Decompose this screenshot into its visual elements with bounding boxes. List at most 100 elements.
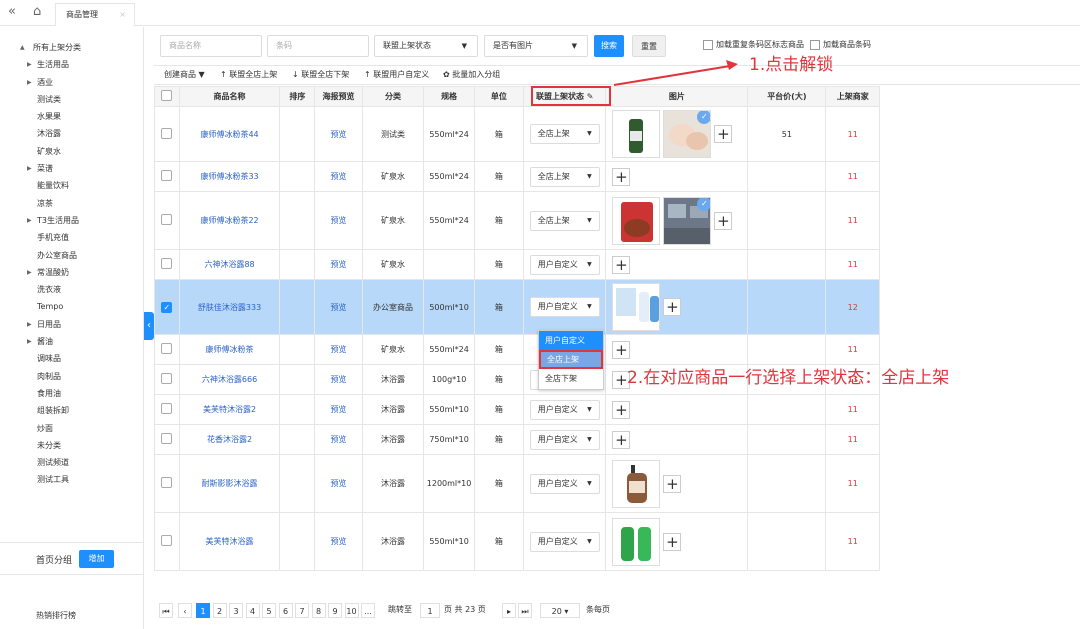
- page-button[interactable]: 6: [278, 603, 293, 618]
- add-image-icon[interactable]: +: [612, 167, 631, 186]
- table-row[interactable]: 美芙特沐浴露2 预览 沐浴露 550ml*10 箱 用户自定义 ▼ +11: [154, 394, 880, 425]
- preview-link[interactable]: 预览: [331, 435, 347, 444]
- product-name-link[interactable]: 舒肤佳沐浴露333: [198, 303, 261, 312]
- preview-link[interactable]: 预览: [331, 405, 347, 414]
- page-button[interactable]: 9: [328, 603, 342, 618]
- category-item[interactable]: Tempo: [24, 298, 142, 315]
- table-row[interactable]: 康师傅冰粉茶22 预览 矿泉水 550ml*24 箱 全店上架 ▼ ✓ +11: [154, 191, 880, 250]
- product-name-link[interactable]: 美芙特沐浴露2: [203, 405, 256, 414]
- home-icon[interactable]: ⌂: [33, 4, 41, 19]
- option-all-store-on[interactable]: 全店上架: [539, 350, 603, 369]
- add-image-icon[interactable]: +: [714, 125, 733, 143]
- product-name-link[interactable]: 耐斯影影沐浴露: [202, 479, 258, 488]
- preview-link[interactable]: 预览: [331, 345, 347, 354]
- product-name-link[interactable]: 美芙特沐浴露: [206, 537, 254, 546]
- page-button[interactable]: 5: [262, 603, 276, 618]
- table-row[interactable]: 耐斯影影沐浴露 预览 沐浴露 1200ml*10 箱 用户自定义 ▼ +11: [154, 454, 880, 513]
- category-item[interactable]: 组装拆卸: [24, 402, 142, 419]
- product-name-link[interactable]: 六神沐浴露88: [204, 260, 254, 269]
- add-image-icon[interactable]: +: [663, 298, 682, 316]
- image-select[interactable]: 是否有图片 ▼: [484, 35, 588, 57]
- category-item[interactable]: ▶ T3生活用品: [24, 212, 142, 229]
- category-item[interactable]: 未分类: [24, 437, 142, 454]
- checkbox-box[interactable]: [703, 39, 713, 50]
- preview-link[interactable]: 预览: [331, 260, 347, 269]
- next-page-icon[interactable]: ▸: [502, 603, 516, 618]
- row-checkbox[interactable]: [161, 214, 173, 225]
- hot-rank-link[interactable]: 热销排行榜: [36, 610, 76, 621]
- expand-arrow-icon[interactable]: ▶: [27, 56, 32, 73]
- category-item[interactable]: 测试工具: [24, 471, 142, 488]
- row-checkbox[interactable]: [161, 343, 173, 354]
- double-left-chevron-icon[interactable]: «: [8, 4, 16, 19]
- expand-arrow-icon[interactable]: ▶: [27, 316, 32, 333]
- row-checkbox[interactable]: [161, 170, 173, 181]
- all-off-button[interactable]: ↓ 联盟全店下架: [292, 66, 349, 84]
- expand-arrow-icon[interactable]: ▶: [27, 160, 32, 177]
- barcode-input[interactable]: 条码: [267, 35, 369, 57]
- row-checkbox[interactable]: [161, 373, 173, 384]
- page-button[interactable]: 2: [212, 603, 227, 618]
- row-checkbox[interactable]: [161, 477, 173, 488]
- table-row[interactable]: 花香沐浴露2 预览 沐浴露 750ml*10 箱 用户自定义 ▼ +11: [154, 424, 880, 455]
- product-name-link[interactable]: 康师傅冰粉茶: [206, 345, 254, 354]
- category-item[interactable]: ▶ 酱油: [24, 333, 142, 350]
- expand-arrow-icon[interactable]: ▲: [20, 39, 25, 56]
- prev-page-icon[interactable]: ‹: [178, 603, 192, 618]
- product-name-link[interactable]: 花香沐浴露2: [207, 435, 252, 444]
- status-dropdown[interactable]: 全店上架 ▼: [529, 124, 600, 144]
- status-dropdown[interactable]: 用户自定义 ▼: [529, 531, 600, 552]
- row-checkbox[interactable]: [161, 127, 173, 139]
- row-checkbox[interactable]: [161, 535, 173, 546]
- first-page-icon[interactable]: ⏮: [159, 603, 173, 618]
- select-all-checkbox[interactable]: [161, 90, 173, 101]
- table-row[interactable]: ✓ 舒肤佳沐浴露333 预览 办公室商品 500ml*10 箱 用户自定义 ▼ +12: [154, 279, 880, 335]
- row-checkbox[interactable]: ✓: [161, 301, 173, 313]
- table-row[interactable]: 康师傅冰粉茶44 预览 测试类 550ml*24 箱 全店上架 ▼ ✓ +51 11: [154, 106, 880, 162]
- product-name-link[interactable]: 康师傅冰粉茶44: [200, 130, 258, 139]
- preview-link[interactable]: 预览: [331, 479, 347, 488]
- page-button[interactable]: 10: [344, 603, 359, 618]
- table-row[interactable]: 康师傅冰粉茶33 预览 矿泉水 550ml*24 箱 全店上架 ▼ +11: [154, 161, 880, 192]
- category-item[interactable]: ▶ 常温酸奶: [24, 264, 142, 281]
- status-dropdown[interactable]: 用户自定义 ▼: [529, 429, 600, 450]
- user-custom-button[interactable]: ↑ 联盟用户自定义: [364, 66, 429, 84]
- add-image-icon[interactable]: +: [612, 255, 631, 274]
- add-group-button[interactable]: 增加: [79, 550, 114, 568]
- category-item[interactable]: 水果果: [24, 108, 142, 125]
- preview-link[interactable]: 预览: [331, 172, 347, 181]
- product-name-link[interactable]: 六神沐浴露666: [202, 375, 257, 384]
- expand-arrow-icon[interactable]: ▶: [27, 333, 32, 350]
- add-image-icon[interactable]: +: [663, 474, 682, 493]
- search-button[interactable]: 搜索: [594, 35, 624, 57]
- product-image-sausage[interactable]: [612, 196, 661, 245]
- product-name-link[interactable]: 康师傅冰粉茶33: [200, 172, 258, 181]
- status-dropdown[interactable]: 全店上架 ▼: [529, 166, 600, 187]
- all-on-button[interactable]: ↑ 联盟全店上架: [220, 66, 277, 84]
- expand-arrow-icon[interactable]: ▶: [27, 212, 32, 229]
- table-row[interactable]: 美芙特沐浴露 预览 沐浴露 550ml*10 箱 用户自定义 ▼ +11: [154, 512, 880, 571]
- page-button[interactable]: 8: [311, 603, 326, 618]
- expand-arrow-icon[interactable]: ▶: [27, 74, 32, 91]
- add-image-icon[interactable]: +: [714, 211, 733, 230]
- add-image-icon[interactable]: +: [663, 532, 682, 551]
- category-item[interactable]: 肉制品: [24, 368, 142, 385]
- status-dropdown[interactable]: 用户自定义 ▼: [529, 297, 600, 317]
- category-item[interactable]: ▶ 酒业: [24, 74, 142, 91]
- dup-barcode-checkbox[interactable]: 加载重复条码区标志商品: [703, 39, 804, 50]
- category-item[interactable]: 测试频道: [24, 454, 142, 471]
- product-name-link[interactable]: 康师傅冰粉茶22: [200, 216, 258, 225]
- category-item[interactable]: ▲ 所有上架分类: [20, 39, 142, 56]
- header-select-all[interactable]: [154, 86, 180, 107]
- product-name-input[interactable]: 商品名称: [160, 35, 262, 57]
- option-all-store-off[interactable]: 全店下架: [539, 369, 603, 388]
- reset-button[interactable]: 重置: [632, 35, 666, 57]
- expand-arrow-icon[interactable]: ▶: [27, 264, 32, 281]
- preview-link[interactable]: 预览: [331, 537, 347, 546]
- add-image-icon[interactable]: +: [612, 340, 631, 359]
- category-item[interactable]: 沐浴露: [24, 125, 142, 142]
- last-page-icon[interactable]: ⏭: [518, 603, 532, 618]
- preview-link[interactable]: 预览: [331, 303, 347, 312]
- product-image-chicken[interactable]: ✓: [663, 110, 712, 158]
- add-image-icon[interactable]: +: [612, 430, 631, 449]
